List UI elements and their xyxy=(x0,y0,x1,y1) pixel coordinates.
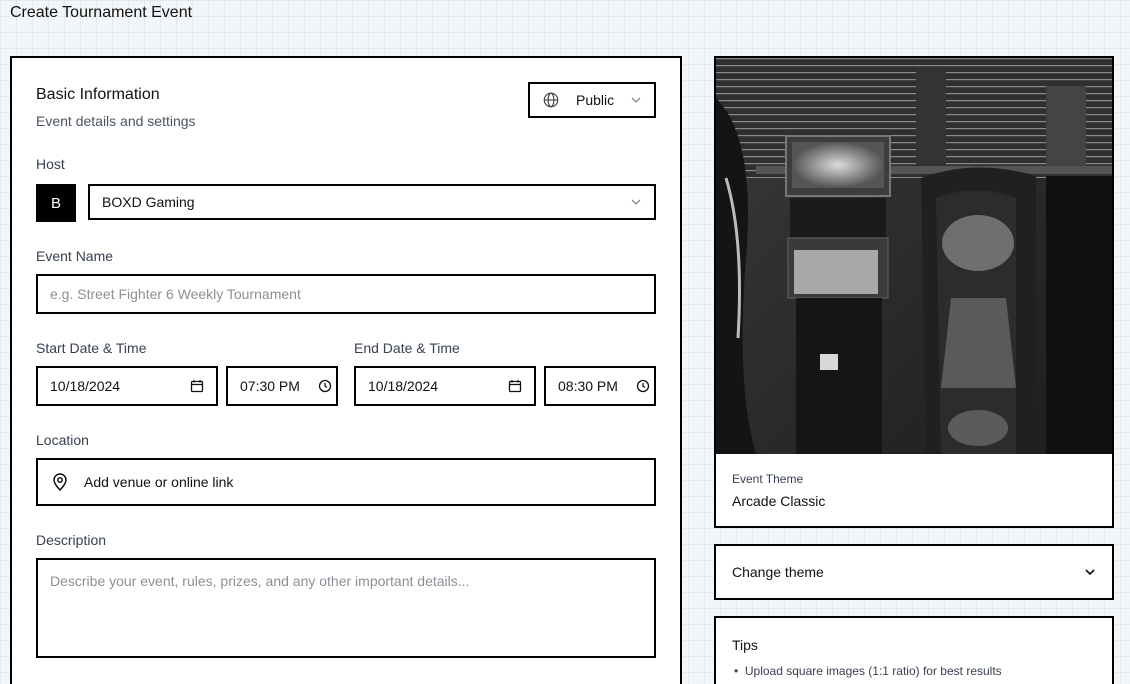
section-subtitle: Event details and settings xyxy=(36,113,196,129)
change-theme-dropdown[interactable]: Change theme xyxy=(714,544,1114,600)
theme-preview-card: Event Theme Arcade Classic xyxy=(714,56,1114,528)
event-name-input[interactable]: e.g. Street Fighter 6 Weekly Tournament xyxy=(36,274,656,314)
tips-card: Tips • Upload square images (1:1 ratio) … xyxy=(714,616,1114,684)
clock-icon[interactable] xyxy=(318,379,332,393)
host-avatar: B xyxy=(36,184,76,222)
visibility-label: Public xyxy=(576,92,615,108)
host-label: Host xyxy=(36,156,65,172)
location-label: Location xyxy=(36,432,89,448)
host-select[interactable]: BOXD Gaming xyxy=(88,184,656,220)
location-value: Add venue or online link xyxy=(84,474,234,490)
description-textarea[interactable]: Describe your event, rules, prizes, and … xyxy=(36,558,656,658)
location-input[interactable]: Add venue or online link xyxy=(36,458,656,506)
calendar-icon[interactable] xyxy=(508,379,522,393)
description-placeholder: Describe your event, rules, prizes, and … xyxy=(50,573,470,589)
theme-name: Arcade Classic xyxy=(732,493,826,509)
start-time-input[interactable]: 07:30 PM xyxy=(226,366,338,406)
event-name-placeholder: e.g. Street Fighter 6 Weekly Tournament xyxy=(50,286,301,302)
section-title: Basic Information xyxy=(36,86,160,103)
basic-info-card: Basic Information Event details and sett… xyxy=(10,56,682,684)
start-time-value: 07:30 PM xyxy=(240,378,300,394)
end-time-value: 08:30 PM xyxy=(558,378,618,394)
clock-icon[interactable] xyxy=(636,379,650,393)
page-title: Create Tournament Event xyxy=(10,4,193,21)
tips-item-text: Upload square images (1:1 ratio) for bes… xyxy=(744,664,1002,678)
start-date-input[interactable]: 10/18/2024 xyxy=(36,366,218,406)
change-theme-label: Change theme xyxy=(732,564,824,580)
chevron-down-icon xyxy=(631,97,641,103)
chevron-down-icon xyxy=(1085,569,1095,576)
visibility-dropdown[interactable]: Public xyxy=(528,82,656,118)
event-name-label: Event Name xyxy=(36,248,114,264)
end-date-input[interactable]: 10/18/2024 xyxy=(354,366,536,406)
end-date-value: 10/18/2024 xyxy=(368,378,439,394)
chevron-down-icon xyxy=(631,199,641,205)
map-pin-icon xyxy=(53,473,67,492)
calendar-icon[interactable] xyxy=(190,379,204,393)
theme-image xyxy=(716,58,1112,454)
tips-item: • Upload square images (1:1 ratio) for b… xyxy=(734,664,1002,678)
start-datetime-label: Start Date & Time xyxy=(36,340,147,356)
end-datetime-label: End Date & Time xyxy=(354,340,460,356)
theme-caption: Event Theme xyxy=(732,472,804,486)
start-date-value: 10/18/2024 xyxy=(50,378,121,394)
end-time-input[interactable]: 08:30 PM xyxy=(544,366,656,406)
host-select-value: BOXD Gaming xyxy=(102,194,195,210)
description-label: Description xyxy=(36,532,107,548)
globe-icon xyxy=(543,92,559,108)
tips-title: Tips xyxy=(732,637,758,653)
